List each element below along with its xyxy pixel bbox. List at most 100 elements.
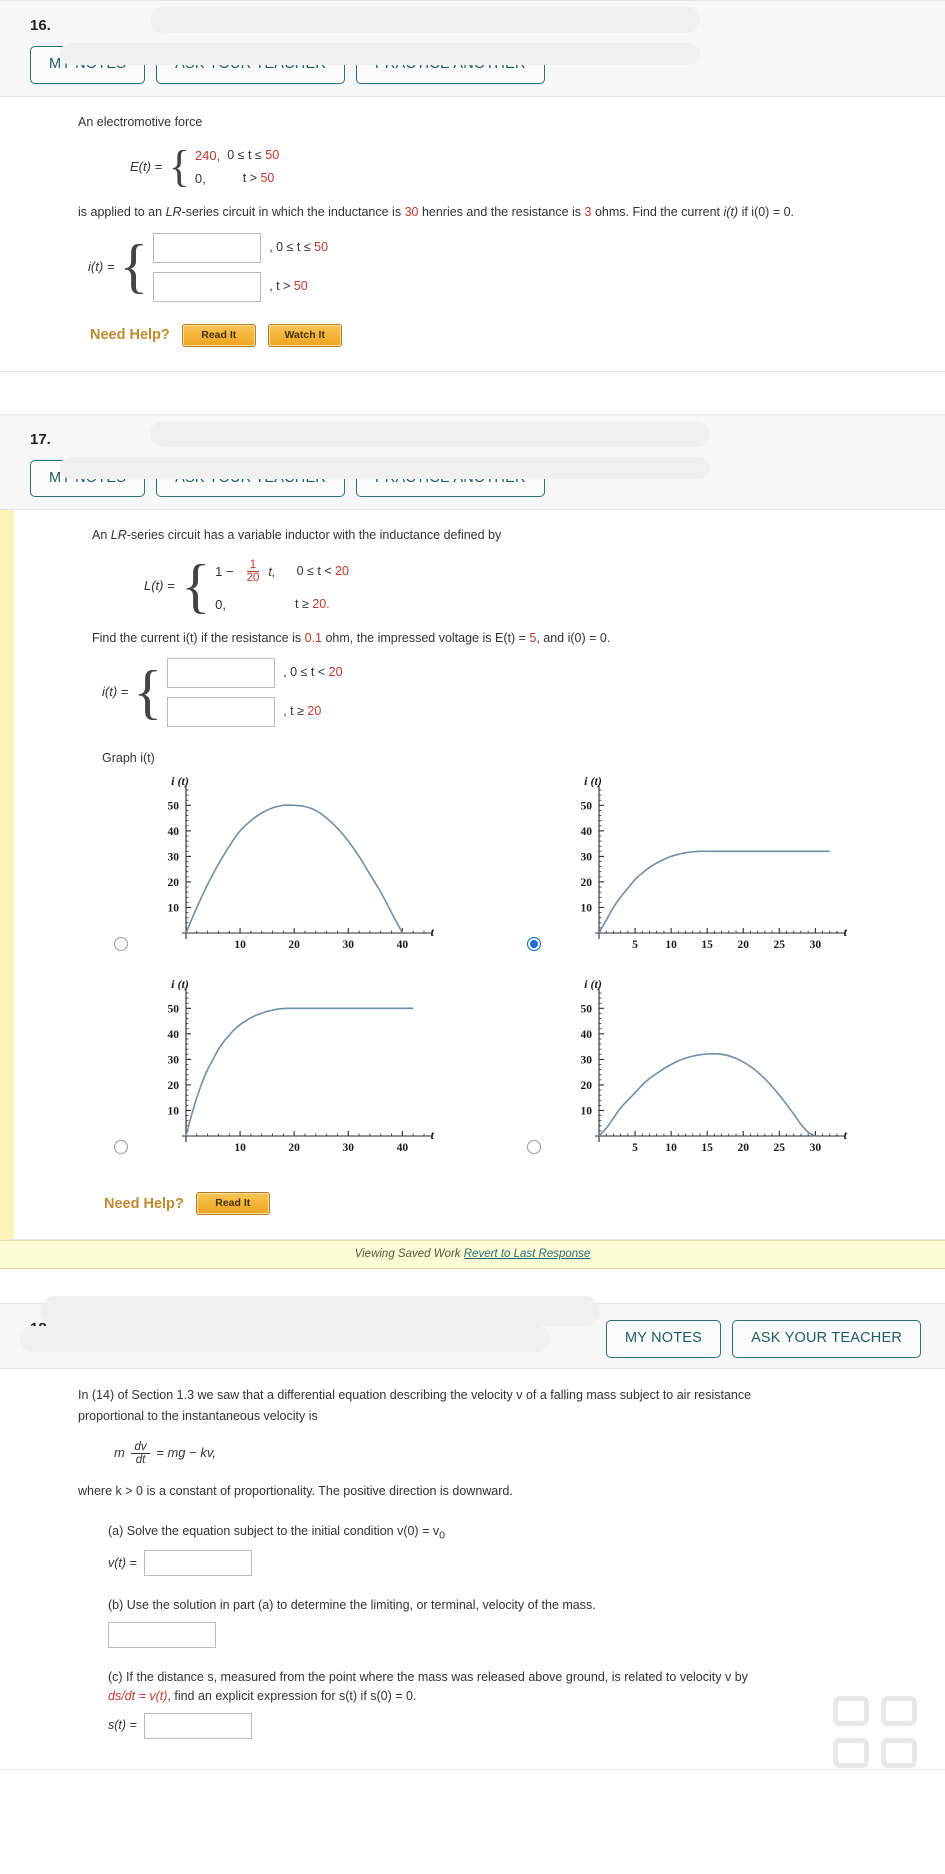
answer-lhs: i(t) = <box>102 684 129 700</box>
my-notes-button[interactable]: MY NOTES <box>30 459 146 498</box>
saved-work-text: Viewing Saved Work <box>354 1248 464 1261</box>
frac-numerator: dv <box>131 1441 150 1455</box>
ask-your-teacher-button[interactable]: ASK YOUR TEACHER <box>156 459 346 498</box>
x-axis-label: t <box>843 1128 847 1142</box>
practice-another-button[interactable]: PRACTICE ANOTHER <box>356 459 545 498</box>
graph-b-plot: 5 10 15 20 25 30 10 20 30 40 50 i (t) t <box>551 772 851 967</box>
problem-18-part-a-answer: v(t) = <box>108 1550 765 1577</box>
answer-row1-cond: , 0 ≤ t ≤ <box>269 239 315 254</box>
y-axis-label: i (t) <box>584 774 602 788</box>
graph-radio-b[interactable] <box>526 937 541 952</box>
graph-option-c[interactable]: 10 20 30 40 10 20 30 40 50 i (t) t <box>92 975 505 1170</box>
spacer <box>0 1269 945 1304</box>
watermark-logo <box>833 1695 917 1768</box>
answer-box-18-b[interactable] <box>108 1621 216 1648</box>
x-axis-label: t <box>431 925 435 939</box>
frac-denominator: dt <box>135 1454 146 1467</box>
y-tick-label: 30 <box>168 1055 180 1067</box>
answer-box-17-1[interactable] <box>167 658 276 689</box>
x-axis-label: t <box>431 1128 435 1142</box>
problem-16-answer-group: i(t) = { , 0 ≤ t ≤ 50 , t > 50 <box>88 232 917 302</box>
part-a-text: (a) Solve the equation subject to the in… <box>108 1523 440 1538</box>
curve <box>185 804 404 934</box>
x-axis-label: t <box>843 925 847 939</box>
revert-to-last-response-link[interactable]: Revert to Last Response <box>464 1248 591 1260</box>
frac-numerator: 1 <box>246 559 260 573</box>
graph-d-plot: 5 10 15 20 25 30 10 20 30 40 50 i (t) t <box>551 975 851 1170</box>
graph-a-svg: 10 20 30 40 10 20 30 40 50 i (t) t <box>168 774 435 951</box>
y-tick-label: 20 <box>580 877 592 889</box>
my-notes-button[interactable]: MY NOTES <box>605 1320 722 1358</box>
y-tick-label: 20 <box>168 877 180 889</box>
x-tick-label: 5 <box>632 1142 638 1154</box>
x-tick-label: 15 <box>701 1142 713 1154</box>
need-help-label: Need Help? <box>104 1195 184 1212</box>
answer-row2-cond-num: 50 <box>293 278 308 293</box>
read-it-button[interactable]: Read It <box>181 323 256 347</box>
x-tick-label: 20 <box>288 939 300 951</box>
ind-row2-cond: t ≥ <box>295 596 313 611</box>
watch-it-button[interactable]: Watch It <box>267 323 342 347</box>
graph-c-plot: 10 20 30 40 10 20 30 40 50 i (t) t <box>138 975 438 1170</box>
answer-box-18-c[interactable] <box>143 1712 252 1739</box>
answer-box-16-2[interactable] <box>153 271 262 302</box>
part-a-subscript: 0 <box>439 1530 445 1542</box>
curve <box>185 1007 414 1137</box>
problem-17: 17. MY NOTES ASK YOUR TEACHER PRACTICE A… <box>0 413 945 1270</box>
x-tick-label: 20 <box>288 1142 300 1154</box>
x-tick-label: 10 <box>665 939 677 951</box>
x-tick-label: 25 <box>773 1142 785 1154</box>
problem-18: 18. MY NOTES ASK YOUR TEACHER In (14) of… <box>0 1296 945 1770</box>
graph-radio-c[interactable] <box>114 1140 128 1155</box>
graph-option-d[interactable]: 5 10 15 20 25 30 10 20 30 40 50 i (t) t <box>505 975 918 1170</box>
brace-icon: { <box>181 553 211 620</box>
x-tick-label: 30 <box>809 939 821 951</box>
ask-your-teacher-button[interactable]: ASK YOUR TEACHER <box>732 1320 921 1358</box>
y-axis-label: i (t) <box>171 977 189 991</box>
problem-18-part-b: (b) Use the solution in part (a) to dete… <box>108 1598 596 1613</box>
brace-icon: { <box>168 142 190 192</box>
problem-17-answer-group: i(t) = { , 0 ≤ t < 20 , t ≥ 20 <box>102 658 917 728</box>
emf-lhs: E(t) = <box>130 158 163 174</box>
read-it-button[interactable]: Read It <box>195 1192 270 1216</box>
my-notes-button[interactable]: MY NOTES <box>30 46 146 84</box>
part-c-text-1: (c) If the distance s, measured from the… <box>108 1669 748 1684</box>
graph-c-svg: 10 20 30 40 10 20 30 40 50 i (t) t <box>168 977 435 1154</box>
graph-prompt: Graph i(t) <box>102 751 155 766</box>
answer-box-17-2[interactable] <box>167 697 276 728</box>
ask-your-teacher-button[interactable]: ASK YOUR TEACHER <box>156 46 346 84</box>
answer-row2-cond: , t ≥ <box>283 704 308 719</box>
curve <box>597 1053 816 1138</box>
y-tick-label: 40 <box>580 1029 592 1041</box>
y-tick-label: 20 <box>168 1080 180 1092</box>
y-tick-label: 10 <box>168 903 180 915</box>
ind-row1-lead: 1 − <box>215 563 234 579</box>
emf-row2-cond-num: 50 <box>260 171 275 186</box>
intro-post: -series circuit has a variable inductor … <box>126 528 502 543</box>
inductance-value: 30 <box>404 205 419 220</box>
graph-radio-a[interactable] <box>114 937 128 952</box>
y-tick-label: 40 <box>168 826 180 838</box>
y-tick-label: 10 <box>168 1106 180 1118</box>
answer-row2-cond-num: 20 <box>307 704 322 719</box>
problem-16-toolbar: MY NOTES ASK YOUR TEACHER PRACTICE ANOTH… <box>30 46 921 84</box>
y-tick-label: 40 <box>168 1029 180 1041</box>
graph-option-b[interactable]: 5 10 15 20 25 30 10 20 30 40 50 i (t) t <box>505 772 918 967</box>
resistance-value: 0.1 <box>304 630 322 645</box>
problem-16: 16. MY NOTES ASK YOUR TEACHER PRACTICE A… <box>0 0 945 372</box>
answer-lhs: i(t) = <box>88 258 115 274</box>
problem-18-body: In (14) of Section 1.3 we saw that a dif… <box>0 1368 945 1770</box>
graph-option-a[interactable]: 10 20 30 40 10 20 30 40 50 i (t) t <box>92 772 505 967</box>
curve <box>597 850 830 934</box>
graph-radio-d[interactable] <box>526 1140 541 1155</box>
answer-box-18-a[interactable] <box>143 1550 252 1577</box>
practice-another-button[interactable]: PRACTICE ANOTHER <box>356 46 545 84</box>
x-tick-label: 30 <box>343 939 355 951</box>
find-mid: ohm, the impressed voltage is E(t) = <box>321 630 530 645</box>
ind-row1-tail: t, <box>268 563 276 579</box>
statement-mid2: henries and the resistance is <box>418 205 585 220</box>
part-c-ds-dt: ds/dt = v(t) <box>108 1689 168 1704</box>
problem-18-part-b-answer <box>108 1621 765 1648</box>
answer-box-16-1[interactable] <box>153 232 262 263</box>
frac-denominator: 20 <box>246 572 260 585</box>
